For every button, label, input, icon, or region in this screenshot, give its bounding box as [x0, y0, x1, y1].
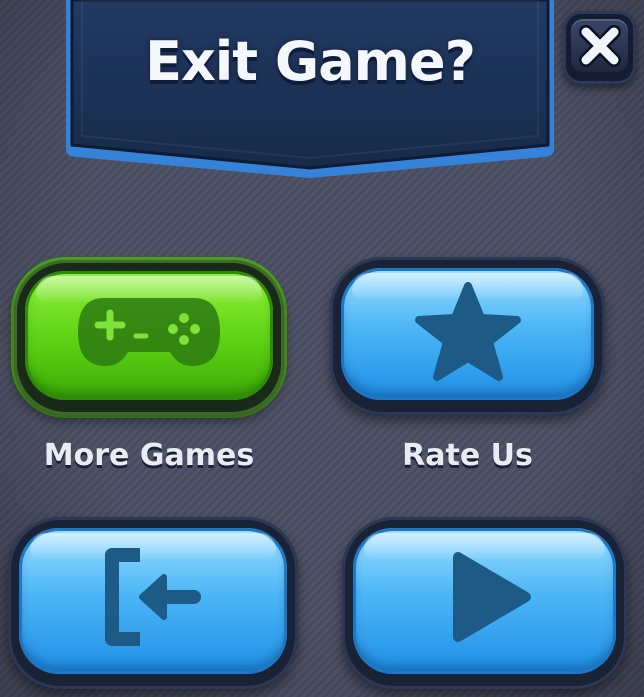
rate-us-label: Rate Us — [402, 438, 533, 473]
rate-us-button[interactable] — [330, 257, 605, 415]
close-button[interactable] — [563, 11, 636, 84]
resume-button[interactable] — [342, 517, 627, 689]
exit-game-dialog: { "dialog": { "title": "Exit Game?" }, "… — [0, 0, 644, 697]
gamepad-icon — [74, 292, 224, 376]
dialog-title: Exit Game? — [145, 30, 476, 93]
close-button-face — [571, 19, 628, 72]
star-icon — [413, 282, 523, 386]
exit-door-icon — [98, 547, 208, 651]
more-games-button[interactable] — [14, 260, 284, 415]
close-icon — [578, 24, 621, 67]
more-games-label: More Games — [43, 438, 255, 473]
exit-button[interactable] — [8, 517, 298, 689]
play-icon — [446, 547, 536, 651]
title-banner: Exit Game? — [66, 0, 554, 180]
